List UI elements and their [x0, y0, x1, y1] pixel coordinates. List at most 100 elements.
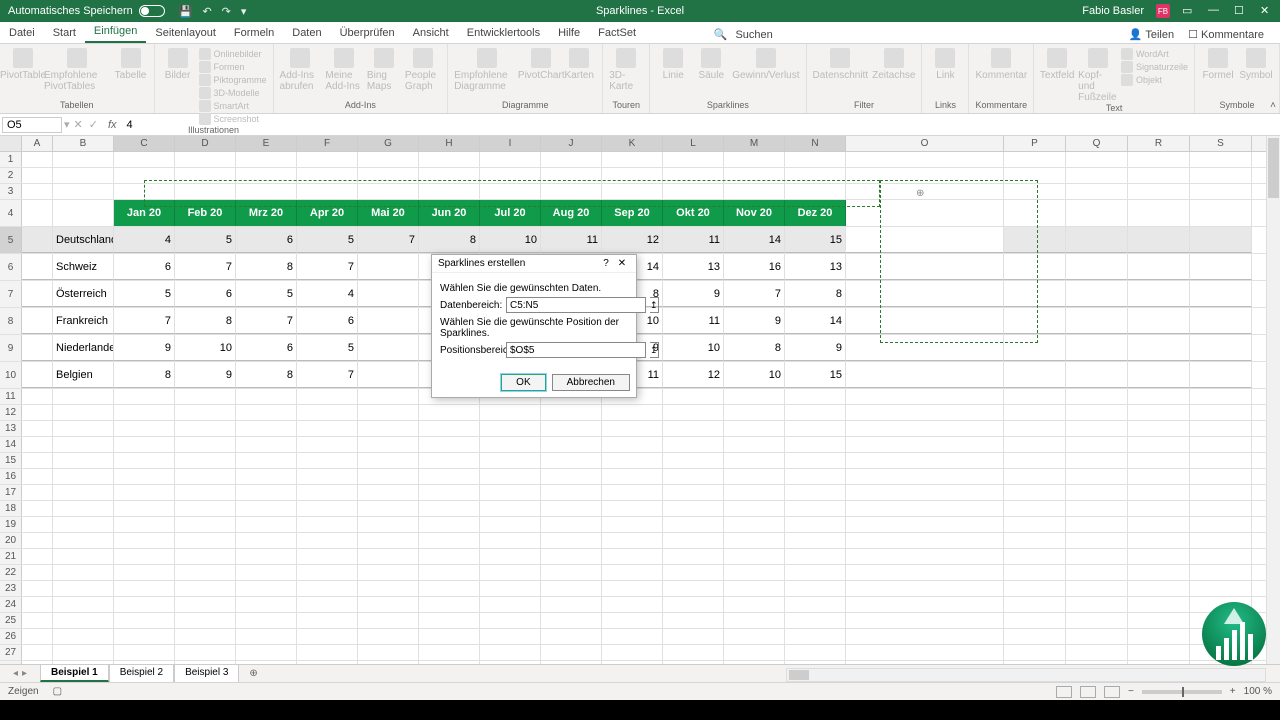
cell-B3[interactable] — [53, 184, 114, 199]
cell-I13[interactable] — [480, 421, 541, 436]
cell-A16[interactable] — [22, 469, 53, 484]
cell-D14[interactable] — [175, 437, 236, 452]
cell-B16[interactable] — [53, 469, 114, 484]
cell-B13[interactable] — [53, 421, 114, 436]
cell-D7[interactable]: 6 — [175, 281, 236, 307]
ribbon-formel[interactable]: Formel — [1201, 48, 1235, 81]
cell-J27[interactable] — [541, 645, 602, 660]
row-header-4[interactable]: 4 — [0, 200, 22, 226]
col-header-J[interactable]: J — [541, 136, 602, 151]
cell-L8[interactable]: 11 — [663, 308, 724, 334]
col-header-Q[interactable]: Q — [1066, 136, 1128, 151]
cell-L11[interactable] — [663, 389, 724, 404]
cell-N2[interactable] — [785, 168, 846, 183]
cell-A22[interactable] — [22, 565, 53, 580]
cell-O12[interactable] — [846, 405, 1004, 420]
cell-G3[interactable] — [358, 184, 419, 199]
cell-O23[interactable] — [846, 581, 1004, 596]
fx-icon[interactable]: fx — [108, 119, 117, 131]
cell-J13[interactable] — [541, 421, 602, 436]
cell-F6[interactable]: 7 — [297, 254, 358, 280]
vertical-scrollbar[interactable] — [1266, 136, 1280, 664]
cell-F4[interactable]: Apr 20 — [297, 200, 358, 226]
cell-F8[interactable]: 6 — [297, 308, 358, 334]
cell-N4[interactable]: Dez 20 — [785, 200, 846, 226]
cell-R11[interactable] — [1128, 389, 1190, 404]
cell-O4[interactable] — [846, 200, 1004, 226]
cell-B18[interactable] — [53, 501, 114, 516]
cell-P13[interactable] — [1004, 421, 1066, 436]
row-header-16[interactable]: 16 — [0, 469, 22, 484]
cell-A12[interactable] — [22, 405, 53, 420]
cell-B6[interactable]: Schweiz — [53, 254, 114, 280]
cell-E13[interactable] — [236, 421, 297, 436]
cell-A24[interactable] — [22, 597, 53, 612]
cell-A8[interactable] — [22, 308, 53, 334]
cell-D20[interactable] — [175, 533, 236, 548]
zoom-out-button[interactable]: − — [1128, 686, 1134, 697]
cell-M4[interactable]: Nov 20 — [724, 200, 785, 226]
cell-A25[interactable] — [22, 613, 53, 628]
cell-D27[interactable] — [175, 645, 236, 660]
ribbon-add-ins-abrufen[interactable]: Add-Ins abrufen — [280, 48, 322, 92]
formula-input[interactable]: 4 — [123, 119, 133, 131]
row-header-20[interactable]: 20 — [0, 533, 22, 548]
row-header-25[interactable]: 25 — [0, 613, 22, 628]
col-header-G[interactable]: G — [358, 136, 419, 151]
cell-G6[interactable] — [358, 254, 419, 280]
cell-Q2[interactable] — [1066, 168, 1128, 183]
cell-I14[interactable] — [480, 437, 541, 452]
cell-G9[interactable] — [358, 335, 419, 361]
cell-E22[interactable] — [236, 565, 297, 580]
cell-K14[interactable] — [602, 437, 663, 452]
cell-H19[interactable] — [419, 517, 480, 532]
zoom-level[interactable]: 100 % — [1244, 686, 1272, 697]
cell-B26[interactable] — [53, 629, 114, 644]
cell-A2[interactable] — [22, 168, 53, 183]
cell-Q1[interactable] — [1066, 152, 1128, 167]
page-break-view-button[interactable] — [1104, 686, 1120, 698]
cell-L7[interactable]: 9 — [663, 281, 724, 307]
cell-P17[interactable] — [1004, 485, 1066, 500]
cell-C7[interactable]: 5 — [114, 281, 175, 307]
cell-P23[interactable] — [1004, 581, 1066, 596]
cell-M14[interactable] — [724, 437, 785, 452]
cell-E4[interactable]: Mrz 20 — [236, 200, 297, 226]
page-layout-view-button[interactable] — [1080, 686, 1096, 698]
cell-I27[interactable] — [480, 645, 541, 660]
cell-J16[interactable] — [541, 469, 602, 484]
cell-P18[interactable] — [1004, 501, 1066, 516]
ribbon-empfohlene-pivottables[interactable]: Empfohlene PivotTables — [44, 48, 110, 92]
cell-A9[interactable] — [22, 335, 53, 361]
cell-F22[interactable] — [297, 565, 358, 580]
cell-C3[interactable] — [114, 184, 175, 199]
cell-G20[interactable] — [358, 533, 419, 548]
zoom-slider[interactable] — [1142, 690, 1222, 694]
cell-B24[interactable] — [53, 597, 114, 612]
cell-F14[interactable] — [297, 437, 358, 452]
cell-M23[interactable] — [724, 581, 785, 596]
cell-H26[interactable] — [419, 629, 480, 644]
cell-G27[interactable] — [358, 645, 419, 660]
cell-N10[interactable]: 15 — [785, 362, 846, 388]
cell-M5[interactable]: 14 — [724, 227, 785, 253]
cell-Q20[interactable] — [1066, 533, 1128, 548]
cell-Q23[interactable] — [1066, 581, 1128, 596]
col-header-F[interactable]: F — [297, 136, 358, 151]
col-header-B[interactable]: B — [53, 136, 114, 151]
cell-J21[interactable] — [541, 549, 602, 564]
cell-L22[interactable] — [663, 565, 724, 580]
cell-N12[interactable] — [785, 405, 846, 420]
cell-L20[interactable] — [663, 533, 724, 548]
cell-H12[interactable] — [419, 405, 480, 420]
cell-R3[interactable] — [1128, 184, 1190, 199]
cell-D1[interactable] — [175, 152, 236, 167]
cell-G14[interactable] — [358, 437, 419, 452]
cell-J1[interactable] — [541, 152, 602, 167]
cell-L5[interactable]: 11 — [663, 227, 724, 253]
ribbon-pivottable[interactable]: PivotTable — [6, 48, 40, 81]
cell-P1[interactable] — [1004, 152, 1066, 167]
cell-I26[interactable] — [480, 629, 541, 644]
cell-C2[interactable] — [114, 168, 175, 183]
maximize-icon[interactable]: ☐ — [1234, 4, 1248, 18]
